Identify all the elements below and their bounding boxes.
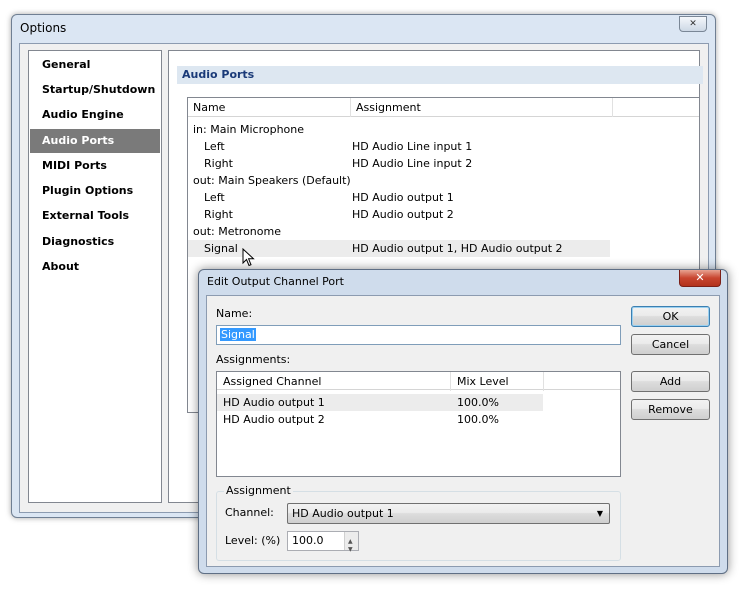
name-input[interactable]: Signal [216, 325, 621, 345]
column-header-assigned-channel[interactable]: Assigned Channel [223, 375, 321, 388]
assignment-row-selected[interactable]: HD Audio output 1 100.0% [217, 394, 543, 411]
assignment-group: Assignment Channel: HD Audio output 1 ▼ … [216, 484, 621, 561]
nav-item-startup-shutdown[interactable]: Startup/Shutdown [30, 78, 160, 102]
port-name: out: Main Speakers (Default) [193, 174, 351, 187]
ports-list-header: Name Assignment [188, 98, 699, 117]
port-row[interactable]: out: Metronome [188, 223, 610, 240]
assignments-label: Assignments: [216, 353, 291, 366]
port-name: in: Main Microphone [193, 123, 305, 136]
port-assignment: HD Audio Line input 2 [352, 157, 473, 170]
nav-item-midi-ports[interactable]: MIDI Ports [30, 154, 160, 178]
port-name: Right [204, 208, 233, 221]
mouse-cursor-icon [242, 248, 255, 267]
edit-output-channel-port-dialog: Edit Output Channel Port ✕ Name: Signal … [198, 269, 728, 574]
nav-item-plugin-options[interactable]: Plugin Options [30, 179, 160, 203]
close-icon: ✕ [695, 271, 705, 284]
mix-level: 100.0% [457, 396, 499, 409]
channel-select-value: HD Audio output 1 [292, 507, 394, 520]
assignments-list[interactable]: Assigned Channel Mix Level HD Audio outp… [216, 371, 621, 477]
port-row[interactable]: Left HD Audio Line input 1 [188, 138, 610, 155]
assigned-channel: HD Audio output 1 [223, 396, 325, 409]
nav-item-about[interactable]: About [30, 255, 160, 279]
name-label: Name: [216, 307, 253, 320]
level-label: Level: (%) [225, 534, 281, 547]
port-assignment: HD Audio Line input 1 [352, 140, 473, 153]
port-row[interactable]: in: Main Microphone [188, 121, 610, 138]
close-icon: ✕ [689, 19, 697, 29]
port-name: Signal [204, 242, 238, 255]
port-row[interactable]: Right HD Audio output 2 [188, 206, 610, 223]
spin-down-icon[interactable]: ▼ [348, 541, 353, 559]
level-value: 100.0 [292, 534, 324, 547]
column-header-name[interactable]: Name [193, 101, 225, 114]
port-row[interactable]: out: Main Speakers (Default) [188, 172, 610, 189]
port-assignment: HD Audio output 1 [352, 191, 454, 204]
section-title: Audio Ports [177, 66, 703, 84]
port-name: Left [204, 191, 225, 204]
dialog-client-area: Name: Signal Assignments: Assigned Chann… [206, 295, 720, 567]
assignments-list-header: Assigned Channel Mix Level [217, 372, 620, 391]
port-assignment: HD Audio output 1, HD Audio output 2 [352, 242, 563, 255]
column-divider [543, 372, 544, 391]
nav-item-diagnostics[interactable]: Diagnostics [30, 230, 160, 254]
column-header-assignment[interactable]: Assignment [356, 101, 421, 114]
channel-select[interactable]: HD Audio output 1 ▼ [287, 503, 610, 524]
port-name: out: Metronome [193, 225, 281, 238]
add-button[interactable]: Add [631, 371, 710, 392]
port-assignment: HD Audio output 2 [352, 208, 454, 221]
column-header-mix-level[interactable]: Mix Level [457, 375, 509, 388]
ok-button[interactable]: OK [631, 306, 710, 327]
port-row[interactable]: Right HD Audio Line input 2 [188, 155, 610, 172]
nav-item-general[interactable]: General [30, 53, 160, 77]
options-nav-list: General Startup/Shutdown Audio Engine Au… [28, 50, 162, 503]
port-name: Right [204, 157, 233, 170]
stepper-buttons: ▲ ▼ [344, 532, 358, 553]
port-row[interactable]: Left HD Audio output 1 [188, 189, 610, 206]
column-divider [612, 98, 613, 117]
nav-item-external-tools[interactable]: External Tools [30, 204, 160, 228]
column-divider [450, 372, 451, 391]
options-window-title: Options [20, 21, 67, 35]
channel-label: Channel: [225, 506, 274, 519]
name-input-value: Signal [220, 328, 256, 341]
port-name: Left [204, 140, 225, 153]
options-close-button[interactable]: ✕ [679, 16, 707, 32]
dialog-title: Edit Output Channel Port [207, 275, 344, 288]
assignment-row[interactable]: HD Audio output 2 100.0% [217, 411, 543, 428]
dialog-close-button[interactable]: ✕ [679, 270, 721, 287]
assigned-channel: HD Audio output 2 [223, 413, 325, 426]
assignment-group-title: Assignment [224, 484, 293, 497]
level-stepper[interactable]: 100.0 ▲ ▼ [287, 531, 359, 553]
nav-item-audio-ports[interactable]: Audio Ports [30, 129, 160, 153]
remove-button[interactable]: Remove [631, 399, 710, 420]
column-divider [350, 98, 351, 117]
mix-level: 100.0% [457, 413, 499, 426]
nav-item-audio-engine[interactable]: Audio Engine [30, 103, 160, 127]
cancel-button[interactable]: Cancel [631, 334, 710, 355]
chevron-down-icon: ▼ [596, 509, 603, 518]
